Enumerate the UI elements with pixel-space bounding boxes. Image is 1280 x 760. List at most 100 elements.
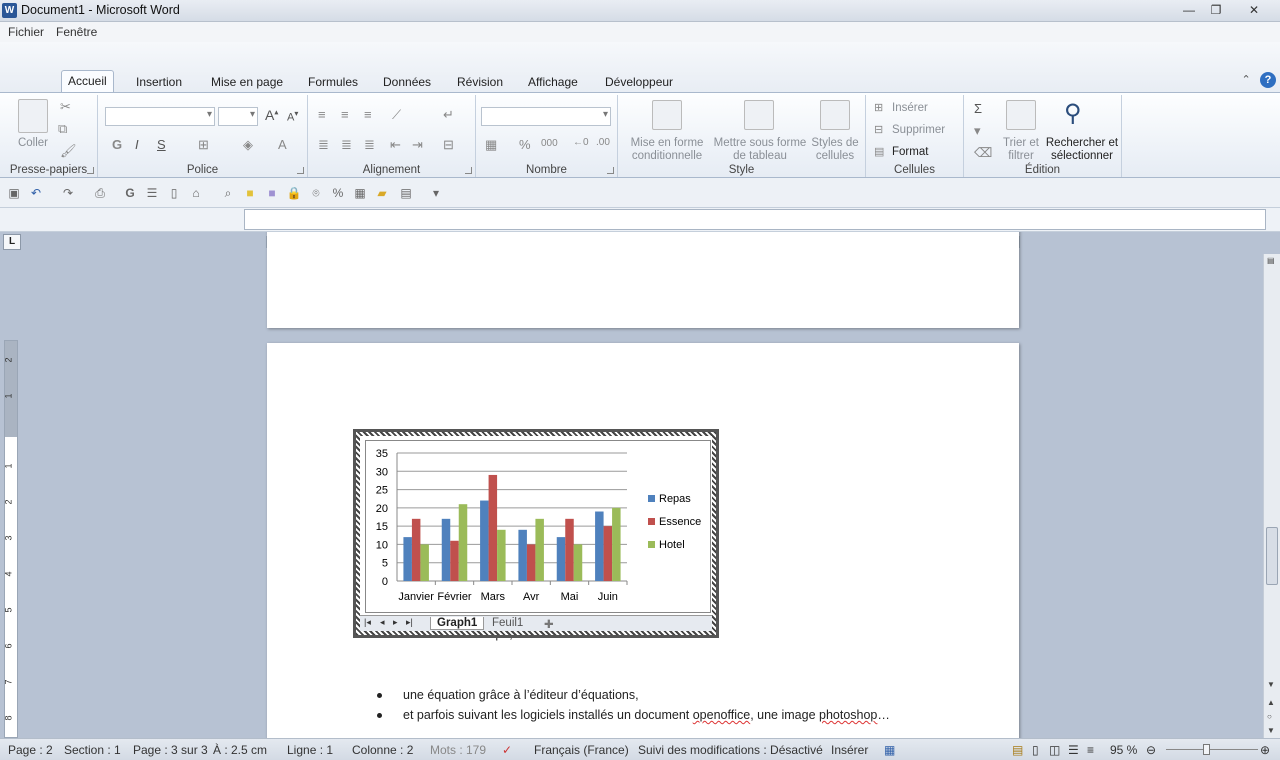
formula-input[interactable] bbox=[244, 209, 1266, 230]
open-icon[interactable]: ⌂ bbox=[188, 185, 204, 201]
vertical-ruler[interactable]: 2 1 1 2 3 4 5 6 7 8 bbox=[4, 340, 18, 738]
align-right-icon[interactable]: ≣ bbox=[364, 137, 375, 153]
save-icon[interactable]: ▣ bbox=[6, 185, 22, 201]
conditional-format-icon[interactable] bbox=[652, 100, 682, 130]
collapse-ribbon-icon[interactable]: ⌃ bbox=[1241, 74, 1250, 86]
tab-formules[interactable]: Formules bbox=[302, 73, 364, 93]
fill-color-icon[interactable]: ◈ bbox=[243, 137, 253, 153]
zoom-in-button[interactable]: ⊕ bbox=[1260, 743, 1270, 757]
macro-record-icon[interactable]: ▦ bbox=[884, 743, 895, 757]
next-sheet-icon[interactable]: ▸ bbox=[393, 617, 398, 628]
increase-decimal-icon[interactable]: ←0 bbox=[573, 137, 589, 148]
format-cells-button[interactable]: Format bbox=[892, 146, 928, 159]
font-name-combo[interactable] bbox=[105, 107, 215, 126]
fill-icon[interactable]: ▾ bbox=[974, 123, 981, 139]
zoom-level[interactable]: 95 % bbox=[1110, 743, 1137, 757]
align-top-icon[interactable]: ≡ bbox=[318, 107, 326, 122]
cut-icon[interactable]: ✂ bbox=[60, 99, 71, 115]
proofing-icon[interactable]: ✓ bbox=[502, 743, 512, 757]
lock-icon[interactable]: 🔒 bbox=[286, 185, 302, 201]
borders-icon[interactable]: ⊞ bbox=[198, 137, 209, 153]
insert-sheet-icon[interactable]: ✚ bbox=[544, 617, 554, 631]
ruler-toggle-icon[interactable]: ▤ bbox=[1267, 256, 1275, 265]
underline-button[interactable]: S bbox=[157, 137, 166, 152]
web-view-icon[interactable]: ◫ bbox=[1049, 743, 1060, 757]
tab-selector-button[interactable]: L bbox=[3, 234, 21, 250]
cell-styles-button[interactable]: Styles de cellules bbox=[810, 137, 860, 163]
align-bottom-icon[interactable]: ≡ bbox=[364, 107, 372, 122]
cell-styles-icon[interactable] bbox=[820, 100, 850, 130]
tab-developpeur[interactable]: Développeur bbox=[599, 73, 679, 93]
lines-icon[interactable]: ☰ bbox=[144, 185, 160, 201]
autosum-button[interactable]: Σ bbox=[974, 101, 982, 116]
tab-donnees[interactable]: Données bbox=[377, 73, 437, 93]
orientation-icon[interactable]: ⟋ bbox=[392, 107, 401, 123]
status-column[interactable]: Colonne : 2 bbox=[352, 743, 413, 757]
form-icon[interactable]: ▤ bbox=[398, 185, 414, 201]
italic-button[interactable]: I bbox=[135, 137, 139, 152]
purple-fill-icon[interactable]: ■ bbox=[264, 185, 280, 201]
status-line[interactable]: Ligne : 1 bbox=[287, 743, 333, 757]
undo-icon[interactable]: ↶ bbox=[28, 185, 44, 201]
font-color-icon[interactable]: A bbox=[278, 137, 287, 152]
tab-revision[interactable]: Révision bbox=[451, 73, 509, 93]
minimize-button[interactable]: — bbox=[1177, 1, 1201, 19]
increase-indent-icon[interactable]: ⇥ bbox=[412, 137, 423, 153]
restore-button[interactable]: ❐ bbox=[1204, 1, 1228, 19]
table-icon[interactable]: ▦ bbox=[352, 185, 368, 201]
preview-icon[interactable]: ⌕ bbox=[220, 185, 236, 201]
tab-mise-en-page[interactable]: Mise en page bbox=[205, 73, 289, 93]
align-left-icon[interactable]: ≣ bbox=[318, 137, 329, 153]
browse-object-icon[interactable]: ○ bbox=[1267, 712, 1272, 721]
delete-cells-button[interactable]: Supprimer bbox=[892, 124, 945, 137]
zoom-out-button[interactable]: ⊖ bbox=[1146, 743, 1156, 757]
status-insert-mode[interactable]: Insérer bbox=[831, 743, 868, 757]
misspelled-word[interactable]: photoshop bbox=[819, 708, 877, 722]
merge-cells-icon[interactable]: ⊟ bbox=[443, 137, 454, 153]
prev-sheet-icon[interactable]: ◂ bbox=[380, 617, 385, 628]
folder-icon[interactable]: ▰ bbox=[374, 185, 390, 201]
sheet-tab-graph1[interactable]: Graph1 bbox=[430, 617, 485, 630]
bar-chart[interactable]: 0 5 10 15 20 25 30 35 Janvier Février Mars Avr Mai Ju… bbox=[366, 441, 710, 612]
print-layout-view-icon[interactable]: ▤ bbox=[1012, 743, 1023, 757]
full-screen-view-icon[interactable]: ▯ bbox=[1032, 743, 1039, 757]
status-section[interactable]: Section : 1 bbox=[64, 743, 121, 757]
outline-view-icon[interactable]: ☰ bbox=[1068, 743, 1079, 757]
scrollbar-thumb[interactable] bbox=[1266, 527, 1278, 585]
paste-label[interactable]: Coller bbox=[10, 137, 56, 150]
scroll-down-arrow[interactable]: ▼ bbox=[1267, 680, 1275, 689]
menu-fichier[interactable]: Fichier bbox=[8, 25, 44, 39]
camera-icon[interactable]: ⌾ bbox=[308, 185, 324, 201]
number-format-combo[interactable] bbox=[481, 107, 611, 126]
number-dialog-launcher[interactable] bbox=[607, 167, 614, 174]
new-doc-icon[interactable]: ▯ bbox=[166, 185, 182, 201]
insert-cells-button[interactable]: Insérer bbox=[892, 102, 928, 115]
yellow-fill-icon[interactable]: ■ bbox=[242, 185, 258, 201]
format-as-table-button[interactable]: Mettre sous forme de tableau bbox=[712, 137, 808, 163]
tab-insertion[interactable]: Insertion bbox=[130, 73, 188, 93]
status-page[interactable]: Page : 2 bbox=[8, 743, 53, 757]
chart-wizard-icon[interactable]: G bbox=[122, 185, 138, 201]
decrease-indent-icon[interactable]: ⇤ bbox=[390, 137, 401, 153]
decrease-decimal-icon[interactable]: .00 bbox=[596, 137, 610, 148]
sort-filter-icon[interactable] bbox=[1006, 100, 1036, 130]
misspelled-word[interactable]: openoffice bbox=[693, 708, 750, 722]
align-center-icon[interactable]: ≣ bbox=[341, 137, 352, 153]
zoom-slider-thumb[interactable] bbox=[1203, 744, 1210, 755]
format-as-table-icon[interactable] bbox=[744, 100, 774, 130]
grow-font-icon[interactable]: A▴ bbox=[265, 107, 278, 123]
wrap-text-icon[interactable]: ↵ bbox=[443, 107, 454, 123]
draft-view-icon[interactable]: ≡ bbox=[1087, 743, 1094, 757]
clipboard-dialog-launcher[interactable] bbox=[87, 167, 94, 174]
last-sheet-icon[interactable]: ▸| bbox=[406, 617, 413, 628]
tab-affichage[interactable]: Affichage bbox=[522, 73, 584, 93]
percent-button[interactable]: % bbox=[519, 137, 531, 152]
embedded-chart-object[interactable]: 0 5 10 15 20 25 30 35 Janvier Février Mars Avr Mai Ju… bbox=[353, 429, 719, 638]
next-page-icon[interactable]: ▼ bbox=[1267, 726, 1275, 735]
alignment-dialog-launcher[interactable] bbox=[465, 167, 472, 174]
status-pages[interactable]: Page : 3 sur 3 bbox=[133, 743, 208, 757]
font-dialog-launcher[interactable] bbox=[297, 167, 304, 174]
copy-icon[interactable]: ⧉ bbox=[58, 121, 67, 137]
tab-accueil[interactable]: Accueil bbox=[61, 70, 114, 93]
page-2[interactable]: ou Microsoft Graph, 05101520253035Janvie… bbox=[267, 343, 1019, 738]
